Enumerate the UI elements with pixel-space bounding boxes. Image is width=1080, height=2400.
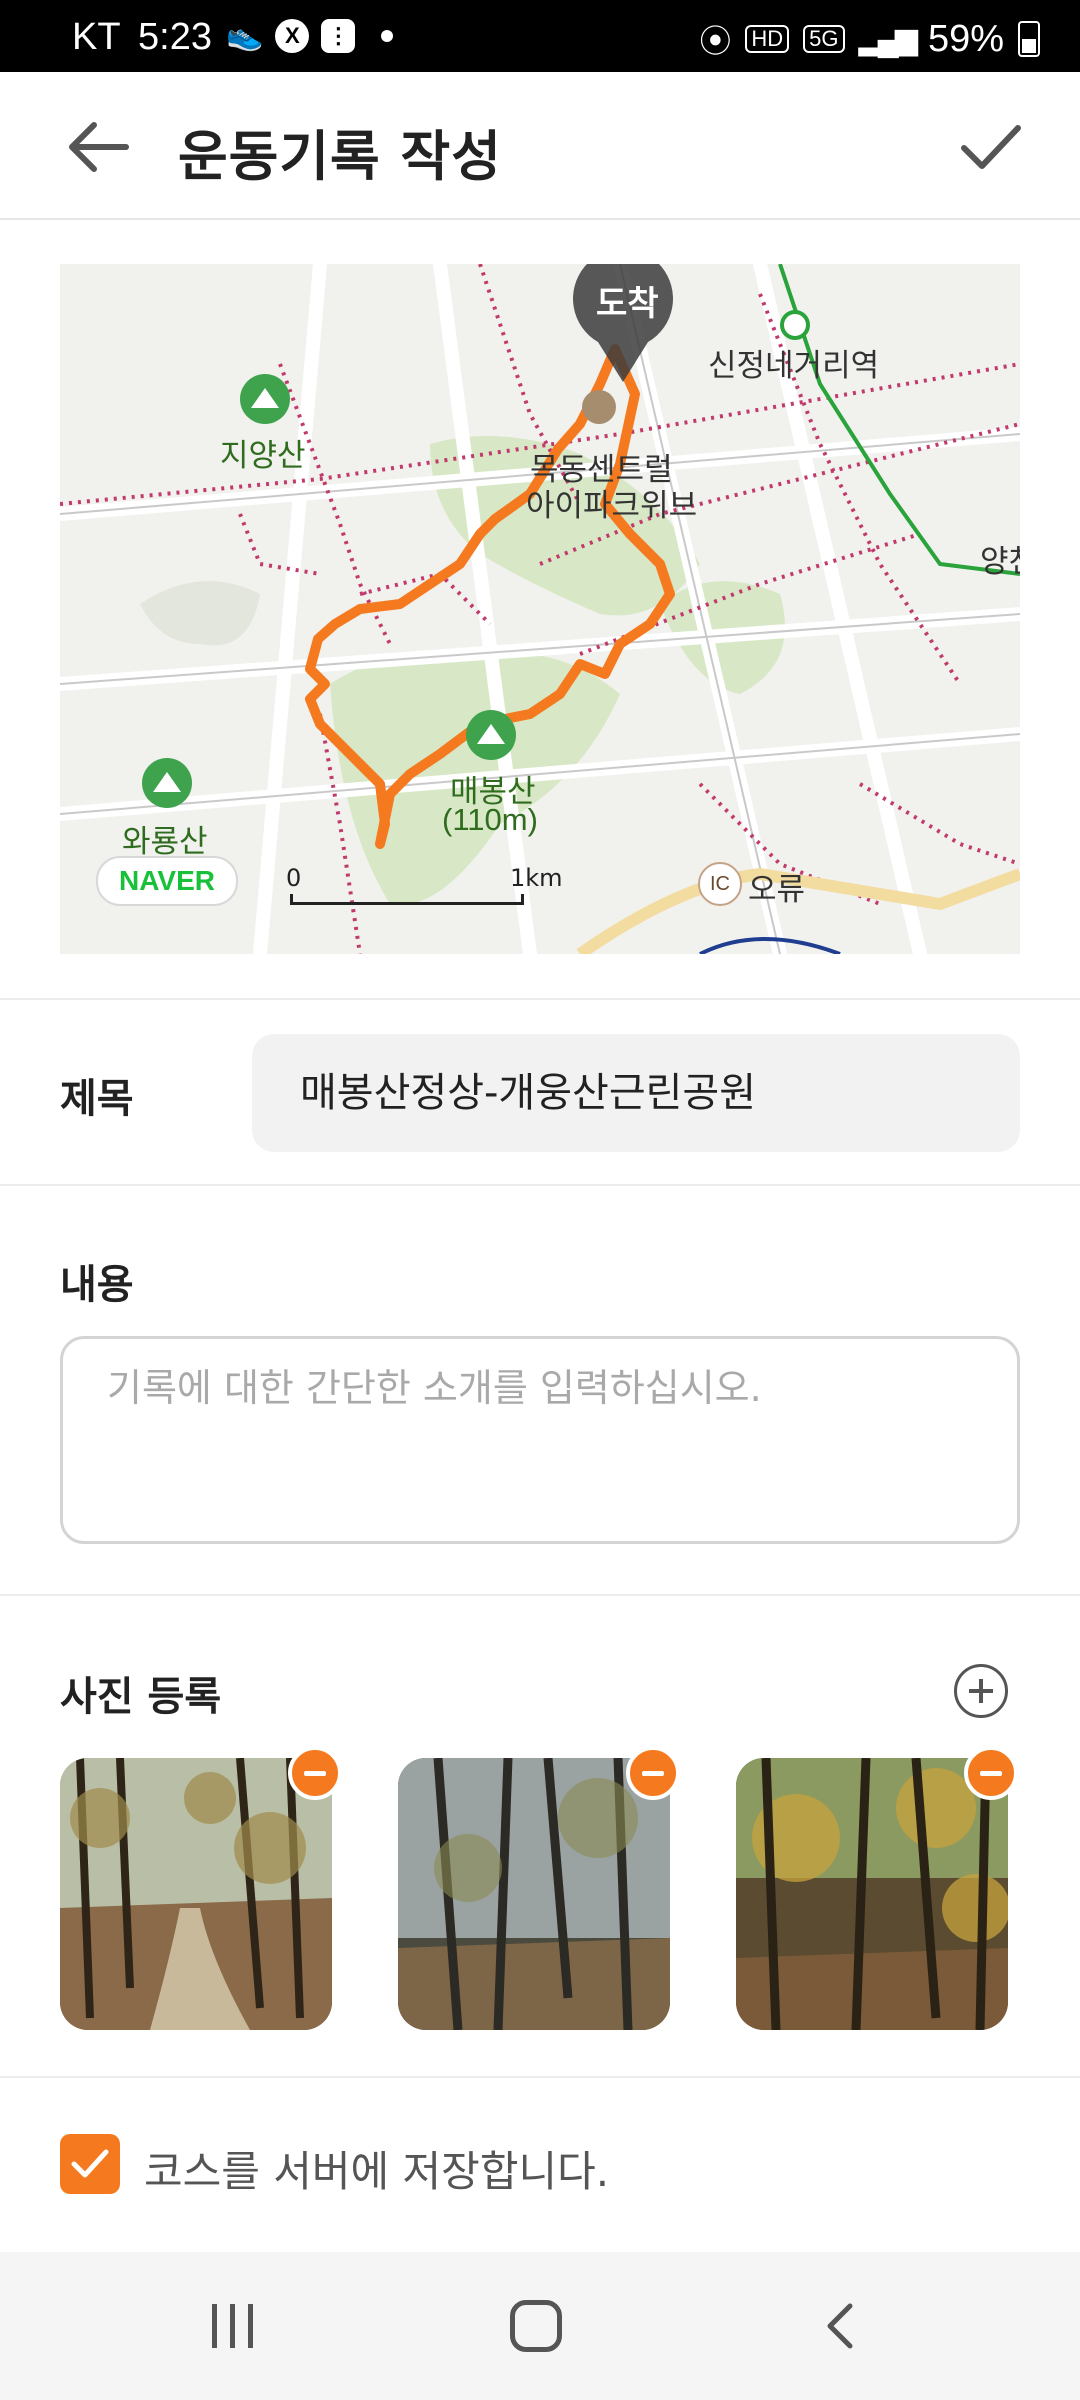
map-label-oryu: 오류 <box>748 872 806 907</box>
x-app-icon: X <box>275 18 310 53</box>
scale-start: 0 <box>286 864 302 892</box>
arrow-left-icon <box>69 122 129 172</box>
running-shoe-icon: 👟 <box>226 19 264 52</box>
map-label-jiyangsan: 지양산 <box>220 438 306 473</box>
confirm-button[interactable] <box>950 112 1030 182</box>
title-label: 제목 <box>60 1076 134 1122</box>
naver-logo: NAVER <box>96 856 238 906</box>
signal-icon: ▂▄▆ <box>858 22 918 56</box>
map-label-yangcheon: 양천 <box>980 544 1020 579</box>
recent-apps-button[interactable] <box>208 2304 258 2348</box>
divider <box>0 998 1080 1000</box>
hd-voice-icon: HD <box>745 25 790 53</box>
content-label: 내용 <box>60 1262 134 1308</box>
scale-end: 1km <box>510 864 563 892</box>
mountain-icon <box>142 758 192 808</box>
route-map[interactable]: 도착 지양산 신정네거리역 목동센트럴 아이파크위브 양천 매봉산 (110m)… <box>60 264 1020 954</box>
network-type-icon: 5G <box>803 25 845 53</box>
remove-photo-1-button[interactable] <box>288 1746 342 1800</box>
map-scale-bar <box>290 894 524 905</box>
status-bar: KT 5:23 👟 X ⋮ ⦿ HD 5G ▂▄▆ 59% <box>0 0 1080 72</box>
remove-photo-3-button[interactable] <box>964 1746 1018 1800</box>
divider <box>0 1184 1080 1186</box>
carrier-label: KT <box>72 16 121 58</box>
battery-percent: 59% <box>927 17 1004 60</box>
notification-icons: 👟 X ⋮ <box>226 18 394 53</box>
back-button[interactable] <box>62 112 142 182</box>
add-photo-icon[interactable] <box>954 1664 1008 1718</box>
mountain-icon <box>466 710 516 760</box>
landmark-icon <box>582 390 616 424</box>
arrival-label: 도착 <box>596 284 659 324</box>
subway-station-icon <box>780 310 810 340</box>
forest-path-photo-1[interactable] <box>60 1758 332 2030</box>
save-course-label[interactable]: 코스를 서버에 저장합니다. <box>144 2138 609 2199</box>
ic-badge: IC <box>698 862 742 906</box>
map-label-sinjeong-station: 신정네거리역 <box>708 348 880 383</box>
remove-photo-2-button[interactable] <box>626 1746 680 1800</box>
map-label-mokdong-park-2: 아이파크위브 <box>526 488 698 523</box>
battery-icon <box>1018 21 1040 57</box>
talk-app-icon: ⋮ <box>321 18 356 53</box>
system-navigation-bar <box>0 2252 1080 2400</box>
home-button[interactable] <box>510 2300 562 2352</box>
title-input[interactable]: 매봉산정상-개웅산근린공원 <box>252 1034 1020 1152</box>
map-label-waryongsan: 와룡산 <box>122 824 208 859</box>
forest-image <box>736 1758 1008 2030</box>
forest-image <box>398 1758 670 2030</box>
forest-photo-2[interactable] <box>398 1758 670 2030</box>
location-icon: ⦿ <box>699 23 732 59</box>
forest-photo-3[interactable] <box>736 1758 1008 2030</box>
save-course-checkbox[interactable] <box>60 2134 120 2194</box>
forest-path-image <box>60 1758 332 2030</box>
photos-label: 사진 등록 <box>60 1674 222 1720</box>
divider <box>0 2076 1080 2078</box>
content-textarea[interactable]: 기록에 대한 간단한 소개를 입력하십시오. <box>60 1336 1020 1544</box>
map-label-maebongsan-height: (110m) <box>442 802 538 837</box>
app-header: 운동기록 작성 <box>0 72 1080 220</box>
page-title: 운동기록 작성 <box>178 125 502 188</box>
divider <box>0 1594 1080 1596</box>
clock: 5:23 <box>138 16 212 58</box>
more-notifications-icon <box>381 29 394 42</box>
check-icon <box>961 125 1021 169</box>
mountain-icon <box>240 374 290 424</box>
nav-back-icon[interactable] <box>820 2302 860 2350</box>
checkmark-icon <box>71 2149 109 2178</box>
system-status: ⦿ HD 5G ▂▄▆ 59% <box>699 16 1040 62</box>
